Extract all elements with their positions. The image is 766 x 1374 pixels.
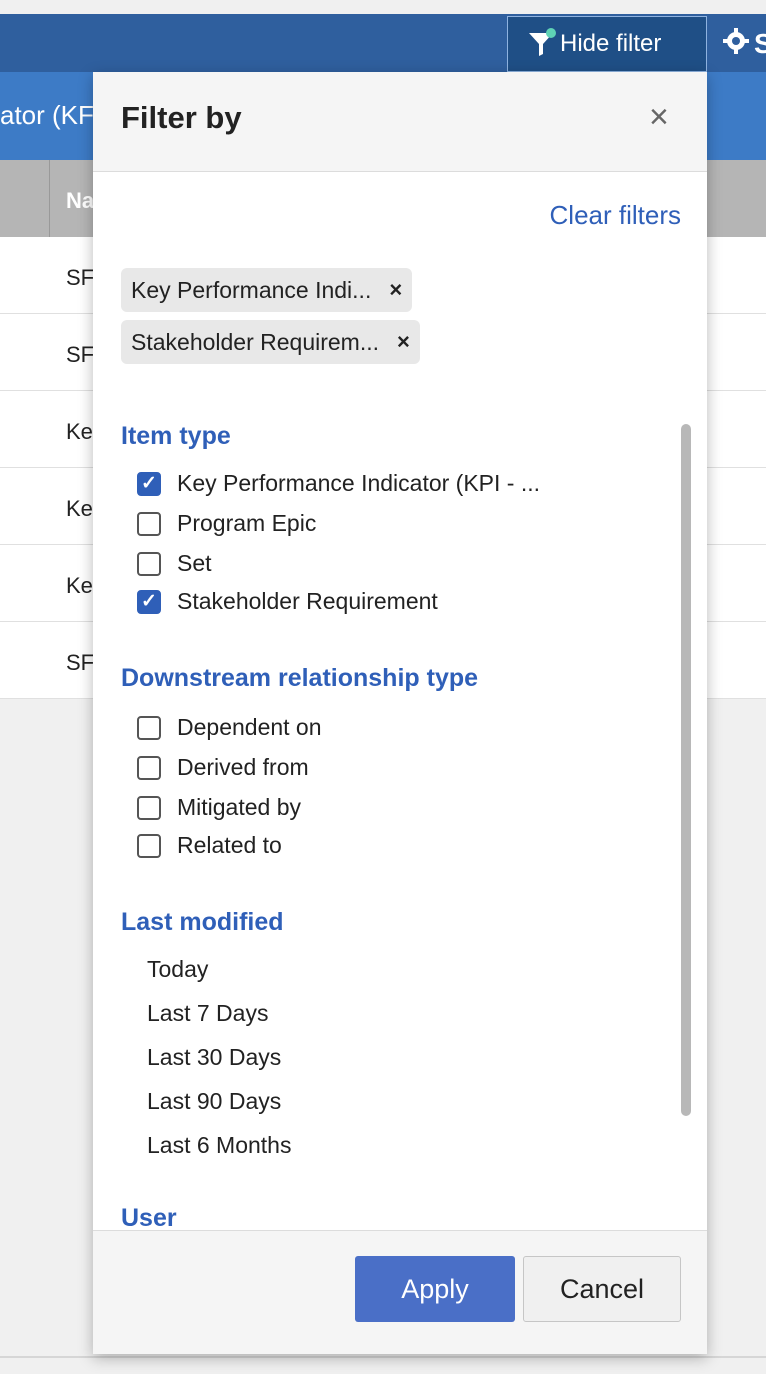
chip-label: Key Performance Indi... [131,276,372,303]
last-modified-option[interactable]: Last 7 Days [147,1000,268,1027]
filter-panel: Filter by × Clear filters Key Performanc… [93,72,707,1354]
filter-icon [528,28,556,57]
option-label: Mitigated by [177,794,302,820]
option-label: Derived from [177,754,309,780]
row-name: SF [66,342,95,367]
cancel-button[interactable]: Cancel [523,1256,681,1322]
option-label: Set [177,550,212,576]
hide-filter-button[interactable]: Hide filter [507,16,707,72]
option-label: Dependent on [177,714,322,740]
option-label: Related to [177,832,282,858]
row-name: Ke [66,496,93,521]
downstream-option-related-to[interactable]: Related to [137,832,282,859]
view-header-title: ator (KF [0,100,94,130]
gear-icon [722,28,750,60]
checkbox[interactable] [137,795,161,820]
last-modified-option[interactable]: Today [147,956,208,983]
active-filter-dot [546,28,556,38]
last-modified-option[interactable]: Last 30 Days [147,1044,281,1071]
downstream-option-mitigated-by[interactable]: Mitigated by [137,794,301,821]
checkbox[interactable] [137,511,161,536]
clear-filters-link[interactable]: Clear filters [550,200,681,231]
last-modified-option[interactable]: Last 90 Days [147,1088,281,1115]
option-label: Key Performance Indicator (KPI - ... [177,470,541,496]
user-heading: User [121,1204,177,1232]
remove-chip-icon[interactable]: × [389,277,402,303]
option-label: Stakeholder Requirement [177,588,438,614]
remove-chip-icon[interactable]: × [397,329,410,355]
apply-button[interactable]: Apply [355,1256,515,1322]
filter-panel-footer: Apply Cancel [93,1230,707,1354]
filter-panel-header: Filter by × [93,72,707,172]
checkbox-checked[interactable] [137,589,161,614]
item-type-heading: Item type [121,422,231,450]
filter-chip: Key Performance Indi... × [121,268,413,312]
filter-panel-title: Filter by [121,100,242,135]
downstream-heading: Downstream relationship type [121,664,479,692]
filter-chip: Stakeholder Requirem... × [121,320,420,364]
item-type-option-set[interactable]: Set [137,550,212,577]
checkbox[interactable] [137,833,161,858]
item-type-option-program-epic[interactable]: Program Epic [137,510,316,537]
settings-label: S [754,28,766,59]
row-name: SF [66,265,95,290]
checkbox[interactable] [137,551,161,576]
downstream-option-derived-from[interactable]: Derived from [137,754,309,781]
checkbox-checked[interactable] [137,471,161,496]
item-type-option-kpi[interactable]: Key Performance Indicator (KPI - ... [137,470,540,497]
close-icon[interactable]: × [649,100,669,134]
downstream-option-dependent-on[interactable]: Dependent on [137,714,322,741]
option-label: Program Epic [177,510,317,536]
chip-label: Stakeholder Requirem... [131,328,380,355]
name-column-header[interactable]: Na [66,188,94,214]
row-name: Ke [66,419,93,444]
settings-button[interactable]: S [722,28,766,60]
item-type-option-stakeholder[interactable]: Stakeholder Requirement [137,588,438,615]
panel-scrollbar[interactable] [681,424,691,1116]
checkbox[interactable] [137,755,161,780]
column-divider [49,160,50,237]
row-name: Ke [66,573,93,598]
last-modified-option[interactable]: Last 6 Months [147,1132,291,1159]
page-divider [0,1356,766,1358]
hide-filter-label: Hide filter [560,30,662,57]
last-modified-heading: Last modified [121,908,284,936]
row-name: SF [66,650,95,675]
checkbox[interactable] [137,715,161,740]
